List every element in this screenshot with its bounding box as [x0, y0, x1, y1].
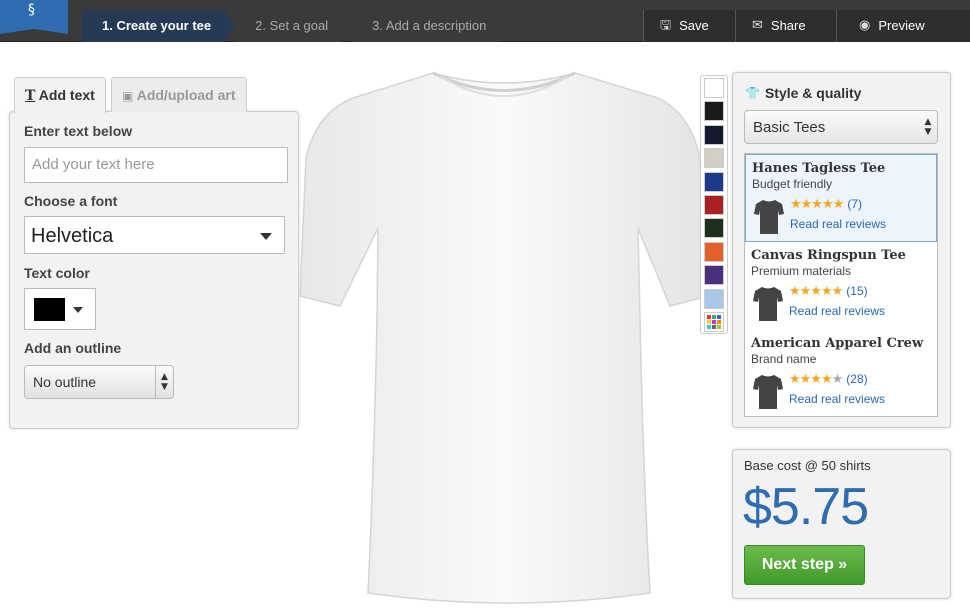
stars-filled: ★★★★★ [790, 197, 844, 212]
product-item-canvas[interactable]: Canvas Ringspun Tee Premium materials ★★… [745, 242, 937, 330]
base-cost-label: Base cost @ 50 shirts [744, 458, 871, 473]
preview-label: Preview [878, 18, 925, 33]
font-select[interactable]: Helvetica [24, 216, 285, 254]
step-description[interactable]: 3. Add a description [352, 10, 510, 42]
rating-count: (7) [847, 197, 862, 211]
outline-label: Add an outline [24, 340, 122, 356]
rating-stars: ★★★★★ (15) [789, 284, 868, 299]
color-swatch [34, 298, 65, 321]
swatch-8[interactable] [704, 265, 724, 286]
share-label: Share [770, 18, 806, 33]
step-breadcrumb: 1. Create your tee 2. Set a goal 3. Add … [82, 10, 510, 42]
updown-arrows-icon: ▲ ▼ [155, 366, 173, 398]
star-empty: ★ [831, 372, 844, 387]
read-reviews-link[interactable]: Read real reviews [789, 392, 885, 406]
more-colors-icon[interactable] [704, 311, 724, 332]
outline-select-value: No outline [33, 374, 97, 390]
step-goal[interactable]: 2. Set a goal [235, 10, 352, 42]
style-quality-title: 👕 Style & quality [745, 85, 861, 101]
product-desc: Brand name [751, 352, 817, 366]
product-name: American Apparel Crew [751, 336, 924, 351]
tshirt-thumbnail [753, 287, 783, 321]
text-input[interactable]: Add your text here [24, 147, 288, 183]
envelope-icon: ✉ [752, 18, 763, 33]
swatch-3[interactable] [704, 148, 724, 169]
outline-select[interactable]: No outline ▲ ▼ [24, 365, 174, 399]
swatch-6[interactable] [704, 218, 724, 239]
font-label: Choose a font [24, 193, 118, 209]
chevron-down-icon [73, 307, 83, 313]
chevron-down-icon [260, 233, 272, 240]
updown-arrows-icon: ▲ ▼ [924, 117, 932, 137]
stars-filled: ★★★★ [789, 372, 833, 387]
base-cost-price: $5.75 [743, 478, 869, 536]
swatch-1[interactable] [704, 101, 724, 122]
tshirt-preview[interactable] [298, 68, 710, 610]
color-swatches [700, 75, 728, 334]
product-item-hanes[interactable]: Hanes Tagless Tee Budget friendly ★★★★★(… [745, 154, 937, 242]
top-actions: 🖫 Save ✉ Share ◉ Preview [643, 10, 970, 42]
read-reviews-link[interactable]: Read real reviews [789, 304, 885, 318]
tab-add-art-label: Add/upload art [136, 87, 236, 103]
logo[interactable]: § [0, 0, 68, 34]
product-name: Canvas Ringspun Tee [751, 248, 906, 263]
image-icon: ▣ [122, 89, 134, 103]
tab-add-text[interactable]: T Add text [14, 77, 106, 113]
tshirt-thumbnail [754, 200, 784, 234]
swatch-2[interactable] [704, 124, 724, 145]
style-quality-label: Style & quality [764, 85, 862, 101]
logo-icon: § [28, 2, 35, 18]
rating-count: (28) [846, 372, 868, 386]
save-label: Save [679, 18, 709, 33]
share-button[interactable]: ✉ Share [735, 10, 836, 42]
tshirt-thumbnail [753, 375, 783, 409]
step-create[interactable]: 1. Create your tee [82, 10, 235, 42]
next-step-button[interactable]: Next step » [744, 545, 865, 585]
text-color-picker[interactable] [24, 288, 96, 330]
swatch-0[interactable] [704, 78, 724, 98]
product-item-american-apparel[interactable]: American Apparel Crew Brand name ★★★★★ (2… [745, 330, 937, 418]
text-tool-icon: T [25, 88, 36, 104]
save-button[interactable]: 🖫 Save [643, 10, 735, 42]
rating-count: (15) [846, 284, 868, 298]
product-desc: Premium materials [751, 264, 852, 278]
read-reviews-link[interactable]: Read real reviews [790, 217, 886, 231]
swatch-5[interactable] [704, 194, 724, 215]
swatch-9[interactable] [704, 288, 724, 309]
enter-text-label: Enter text below [24, 123, 133, 139]
text-input-placeholder: Add your text here [32, 156, 155, 173]
eye-icon: ◉ [859, 18, 871, 33]
style-select-value: Basic Tees [753, 119, 826, 136]
product-name: Hanes Tagless Tee [752, 161, 886, 176]
preview-button[interactable]: ◉ Preview [836, 10, 970, 42]
tab-add-text-label: Add text [38, 87, 95, 103]
style-select[interactable]: Basic Tees ▲ ▼ [744, 110, 938, 144]
save-icon: 🖫 [660, 18, 672, 33]
product-desc: Budget friendly [752, 177, 833, 191]
swatch-4[interactable] [704, 171, 724, 192]
tshirt-icon: 👕 [745, 86, 760, 100]
tab-add-art[interactable]: ▣ Add/upload art [111, 77, 247, 112]
rating-stars: ★★★★★ (7) [790, 197, 862, 212]
product-list: Hanes Tagless Tee Budget friendly ★★★★★(… [744, 153, 938, 417]
swatch-7[interactable] [704, 241, 724, 262]
rating-stars: ★★★★★ (28) [789, 372, 868, 387]
text-color-label: Text color [24, 265, 90, 281]
font-select-value: Helvetica [31, 225, 114, 247]
stars-filled: ★★★★★ [789, 284, 843, 299]
